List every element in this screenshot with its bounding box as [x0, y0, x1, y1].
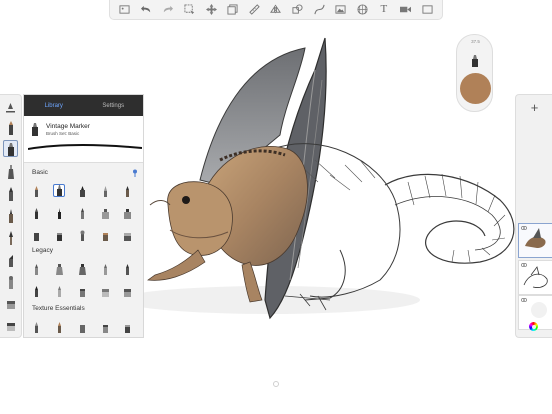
current-color-swatch[interactable]	[460, 73, 491, 104]
brush-size-readout: 37.5	[471, 39, 480, 44]
current-brush-name: Vintage Marker	[46, 123, 90, 130]
top-toolbar: T	[109, 0, 443, 20]
brush-legacy-marker[interactable]	[76, 263, 88, 276]
current-brush-set: Brush Set: Basic	[46, 131, 80, 136]
tab-settings[interactable]: Settings	[84, 95, 144, 116]
brush-felt-tip[interactable]	[30, 207, 42, 220]
home-indicator	[273, 381, 279, 387]
brush-chisel[interactable]	[121, 185, 133, 198]
brush-blender[interactable]	[30, 229, 42, 242]
chisel-brush-icon[interactable]	[3, 251, 18, 268]
curve-icon[interactable]	[310, 2, 328, 18]
shape-icon[interactable]	[289, 2, 307, 18]
brush-soft-airbrush[interactable]	[99, 207, 111, 220]
ruler-icon[interactable]	[245, 2, 263, 18]
fullscreen-icon[interactable]	[418, 2, 436, 18]
ink-brush-icon[interactable]	[3, 207, 18, 224]
layer-editor: +	[515, 94, 552, 338]
brush-library-tabs: Library Settings	[24, 95, 143, 116]
eraser-brush-icon[interactable]	[3, 295, 18, 312]
brush-legacy-hard-eraser[interactable]	[121, 285, 133, 298]
add-layer-button[interactable]: +	[516, 101, 552, 114]
brush-texture-2[interactable]	[53, 321, 65, 334]
hard-eraser-icon[interactable]	[3, 317, 18, 334]
brush-palette	[0, 94, 22, 338]
section-title-texture-essentials: Texture Essentials	[32, 305, 85, 312]
brush-legacy-airbrush[interactable]	[53, 263, 65, 276]
text-icon[interactable]: T	[375, 2, 393, 18]
brush-paint[interactable]	[76, 229, 88, 242]
eye-icon[interactable]	[521, 226, 527, 230]
brush-legacy-pen[interactable]	[99, 263, 111, 276]
brush-adjust-icon[interactable]	[3, 99, 18, 116]
brush-vintage-marker[interactable]	[53, 184, 65, 197]
paint-brush-icon[interactable]	[3, 229, 18, 246]
transform-icon[interactable]	[202, 2, 220, 18]
current-brush-icon	[32, 123, 38, 136]
symmetry-icon[interactable]	[267, 2, 285, 18]
brush-smear[interactable]	[53, 229, 65, 242]
layers-icon[interactable]	[224, 2, 242, 18]
perspective-icon[interactable]	[353, 2, 371, 18]
pencil-brush-icon[interactable]	[3, 119, 18, 136]
pin-icon[interactable]	[132, 169, 138, 177]
undo-icon[interactable]	[137, 2, 155, 18]
smudge-brush-icon[interactable]	[3, 273, 18, 290]
image-icon[interactable]	[332, 2, 350, 18]
active-brush-icon	[472, 55, 478, 67]
marker-brush-icon[interactable]	[3, 140, 18, 157]
layer-dragon-sketch[interactable]	[518, 260, 552, 295]
brush-legacy-pencil[interactable]	[30, 263, 42, 276]
brush-ballpoint[interactable]	[76, 207, 88, 220]
record-icon[interactable]	[397, 2, 415, 18]
color-wheel-icon[interactable]	[529, 322, 538, 331]
selection-icon[interactable]	[181, 2, 199, 18]
color-puck[interactable]: 37.5	[456, 34, 493, 112]
brush-legacy-chisel[interactable]	[30, 285, 42, 298]
brush-ink[interactable]	[76, 185, 88, 198]
eye-icon[interactable]	[521, 298, 527, 302]
brush-fineliner[interactable]	[99, 185, 111, 198]
airbrush-icon[interactable]	[3, 163, 18, 180]
layer-dragon-render[interactable]	[518, 223, 552, 258]
brush-eraser[interactable]	[121, 229, 133, 242]
brush-oil[interactable]	[99, 229, 111, 242]
brush-technical-pen[interactable]	[53, 207, 65, 220]
brush-hard-airbrush[interactable]	[121, 207, 133, 220]
brush-texture-3[interactable]	[76, 321, 88, 334]
gallery-icon[interactable]	[116, 2, 134, 18]
pen-brush-icon[interactable]	[3, 185, 18, 202]
brush-legacy-ink[interactable]	[121, 263, 133, 276]
redo-icon[interactable]	[159, 2, 177, 18]
brush-texture-5[interactable]	[121, 321, 133, 334]
sketchbook-app: T Library Settings Vintage Marker Brush …	[0, 0, 552, 414]
tab-library[interactable]: Library	[24, 95, 84, 116]
brush-legacy-eraser[interactable]	[99, 285, 111, 298]
brush-texture-4[interactable]	[99, 321, 111, 334]
brush-pencil[interactable]	[30, 185, 42, 198]
brush-library-panel: Library Settings Vintage Marker Brush Se…	[23, 94, 144, 338]
eye-icon[interactable]	[521, 263, 527, 267]
section-title-legacy: Legacy	[32, 247, 53, 254]
brush-stroke-preview	[28, 144, 142, 150]
current-brush[interactable]: Vintage Marker Brush Set: Basic	[24, 116, 143, 163]
section-title-basic: Basic	[32, 169, 48, 176]
brush-legacy-texture[interactable]	[76, 285, 88, 298]
brush-texture-1[interactable]	[30, 321, 42, 334]
brush-legacy-smudge[interactable]	[53, 285, 65, 298]
